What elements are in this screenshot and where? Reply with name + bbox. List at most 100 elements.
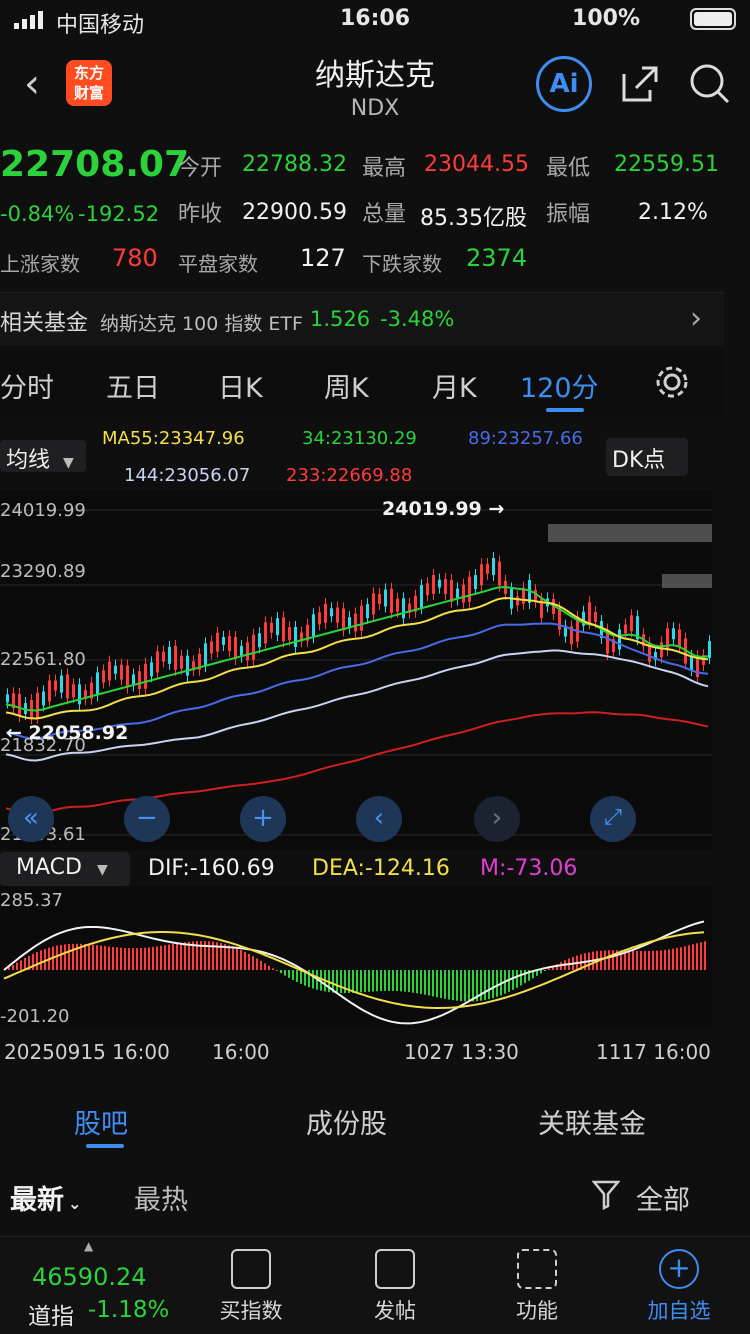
candle xyxy=(516,596,519,606)
tab-constituents[interactable]: 成份股 xyxy=(306,1102,387,1141)
macd-bar xyxy=(236,948,238,970)
macd-selector[interactable]: MACD ▼ xyxy=(0,852,130,886)
macd-bar xyxy=(420,970,422,994)
scroll-left-fast-button[interactable]: « xyxy=(8,796,54,842)
high-annotation: 24019.99 → xyxy=(382,498,505,520)
chart-trend-icon xyxy=(231,1249,271,1289)
macd-bar xyxy=(160,945,162,970)
candle xyxy=(60,675,63,693)
macd-bar xyxy=(416,970,418,994)
candle xyxy=(174,645,177,670)
post-button[interactable]: 发帖 xyxy=(340,1249,450,1325)
scroll-right-button[interactable]: › xyxy=(474,796,520,842)
tab-stock-forum[interactable]: 股吧 xyxy=(74,1102,128,1141)
functions-button[interactable]: 功能 xyxy=(482,1249,592,1325)
candle xyxy=(558,607,561,630)
fullscreen-icon[interactable]: ⤢ xyxy=(590,796,636,842)
add-watchlist-button[interactable]: + 加自选 xyxy=(624,1249,734,1325)
dow-price[interactable]: 46590.24 xyxy=(32,1263,147,1291)
macd-bar xyxy=(104,946,106,970)
community-tabs: 股吧 成份股 关联基金 xyxy=(0,1084,724,1154)
candle xyxy=(42,691,45,706)
open-label: 今开 xyxy=(178,156,223,181)
candle xyxy=(402,598,405,619)
feed-latest[interactable]: 最新 ⌄ xyxy=(10,1178,81,1217)
candle xyxy=(492,558,495,576)
candle xyxy=(18,693,21,716)
low-annotation: ← 22058.92 xyxy=(6,722,129,744)
tab-monthly-k[interactable]: 月K xyxy=(432,366,477,405)
candle xyxy=(480,564,483,586)
macd-bar xyxy=(156,946,158,970)
macd-bar xyxy=(124,947,126,970)
macd-bar xyxy=(340,970,342,994)
macd-bar xyxy=(644,951,646,970)
search-icon[interactable] xyxy=(688,62,732,106)
tab-related-funds[interactable]: 关联基金 xyxy=(538,1102,646,1141)
candle xyxy=(168,646,171,664)
candle xyxy=(498,561,501,586)
macd-bar xyxy=(688,945,690,970)
related-fund-bar[interactable]: 相关基金 纳斯达克 100 指数 ETF 1.526 -3.48% › xyxy=(0,292,724,346)
filter-all[interactable]: 全部 xyxy=(636,1178,690,1217)
chevron-right-icon: › xyxy=(690,301,702,336)
tab-daily-k[interactable]: 日K xyxy=(218,366,263,405)
candle xyxy=(384,589,387,607)
macd-bar xyxy=(436,970,438,998)
macd-bar xyxy=(140,947,142,970)
ai-button[interactable]: Ai xyxy=(536,56,592,112)
macd-bar xyxy=(464,970,466,1002)
macd-bar xyxy=(408,970,410,993)
settings-gear-icon[interactable] xyxy=(654,364,690,400)
dk-point-button[interactable]: DK点 xyxy=(606,438,688,476)
tab-weekly-k[interactable]: 周K xyxy=(324,366,369,405)
macd-bar xyxy=(516,970,518,988)
macd-bar xyxy=(252,956,254,970)
share-icon[interactable] xyxy=(620,64,660,104)
candle xyxy=(258,633,261,648)
macd-bar xyxy=(668,949,670,970)
filter-icon[interactable] xyxy=(591,1180,621,1211)
tab-intraday[interactable]: 分时 xyxy=(0,366,54,405)
macd-chart[interactable] xyxy=(0,886,712,1028)
candle xyxy=(78,684,81,705)
macd-bar xyxy=(680,947,682,970)
candle xyxy=(144,663,147,689)
feed-hot[interactable]: 最热 xyxy=(134,1178,188,1217)
candle xyxy=(114,665,117,674)
zoom-in-button[interactable]: + xyxy=(240,796,286,842)
candle xyxy=(186,655,189,676)
candle xyxy=(426,583,429,596)
macd-bar xyxy=(696,943,698,970)
candle xyxy=(366,604,369,619)
candle xyxy=(690,655,693,670)
candle xyxy=(588,602,591,624)
macd-bar xyxy=(368,970,370,992)
macd-bar xyxy=(664,949,666,970)
macd-bar xyxy=(700,942,702,970)
candle xyxy=(36,692,39,718)
buy-index-button[interactable]: 买指数 xyxy=(196,1249,306,1325)
tab-five-day[interactable]: 五日 xyxy=(106,366,160,405)
prev-close-label: 昨收 xyxy=(178,202,223,227)
macd-bar xyxy=(244,951,246,970)
macd-bar xyxy=(272,968,274,970)
macd-bar xyxy=(544,970,546,972)
macd-axis-bottom: -201.20 xyxy=(0,1006,70,1027)
tab-120-min[interactable]: 120分 xyxy=(520,366,599,405)
scroll-left-button[interactable]: ‹ xyxy=(356,796,402,842)
macd-bar xyxy=(692,944,694,970)
macd-bar xyxy=(96,945,98,970)
macd-bar xyxy=(136,948,138,970)
related-fund-name: 纳斯达克 100 指数 ETF xyxy=(100,313,303,335)
kline-chart[interactable] xyxy=(0,490,712,850)
macd-bar xyxy=(608,950,610,970)
zoom-out-button[interactable]: − xyxy=(124,796,170,842)
macd-bar xyxy=(84,944,86,970)
candle xyxy=(360,605,363,631)
moving-average-line xyxy=(5,586,709,712)
amplitude-value: 2.12% xyxy=(638,200,708,225)
ma-selector[interactable]: 均线 ▼ xyxy=(0,440,86,473)
chevron-down-icon: ▼ xyxy=(63,455,74,471)
time-axis-label: 1027 13:30 xyxy=(404,1040,519,1064)
